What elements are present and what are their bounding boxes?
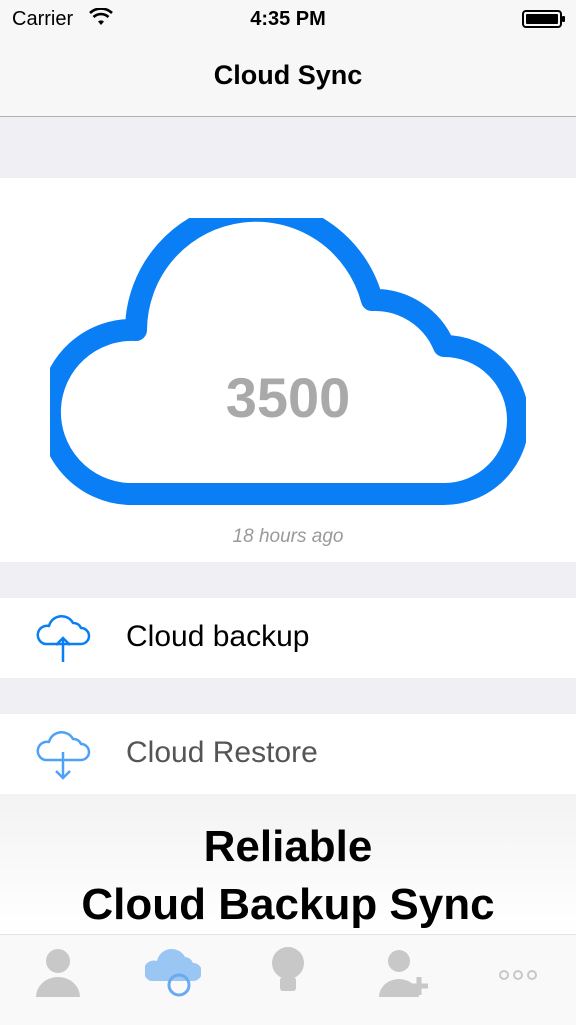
cloud-download-icon — [36, 730, 91, 780]
cloud-upload-icon — [36, 614, 91, 662]
battery-icon — [522, 10, 565, 28]
cloud-restore-button[interactable]: Cloud Restore — [0, 714, 576, 794]
promo-headline-line1: Reliable — [203, 822, 373, 871]
cloud-backup-button[interactable]: Cloud backup — [0, 598, 576, 678]
tab-more[interactable] — [460, 935, 575, 1025]
status-time: 4:35 PM — [250, 8, 326, 30]
lightbulb-icon — [272, 947, 304, 991]
cloud-icon — [50, 218, 526, 505]
person-icon — [36, 949, 80, 997]
cloud-backup-label: Cloud backup — [126, 620, 310, 653]
promo-headline-line2: Cloud Backup Sync — [81, 880, 495, 929]
navigation-bar: Cloud Sync — [0, 40, 576, 117]
tab-tips[interactable] — [230, 935, 345, 1025]
promo-banner: Reliable Cloud Backup Sync — [0, 794, 576, 934]
more-icon — [499, 970, 537, 980]
tab-add-contact[interactable] — [345, 935, 460, 1025]
cloud-restore-label: Cloud Restore — [126, 736, 318, 769]
status-bar: Carrier 4:35 PM — [0, 0, 576, 40]
cloud-sync-icon — [145, 948, 201, 997]
page-title: Cloud Sync — [213, 60, 363, 90]
last-sync-time: 18 hours ago — [232, 526, 344, 547]
add-person-icon — [379, 950, 428, 997]
tab-bar — [0, 934, 576, 1025]
backup-count: 3500 — [225, 366, 351, 429]
cloud-status-panel: 3500 18 hours ago — [0, 178, 576, 562]
tab-contacts[interactable] — [0, 935, 115, 1025]
tab-cloud-sync[interactable] — [115, 935, 230, 1025]
